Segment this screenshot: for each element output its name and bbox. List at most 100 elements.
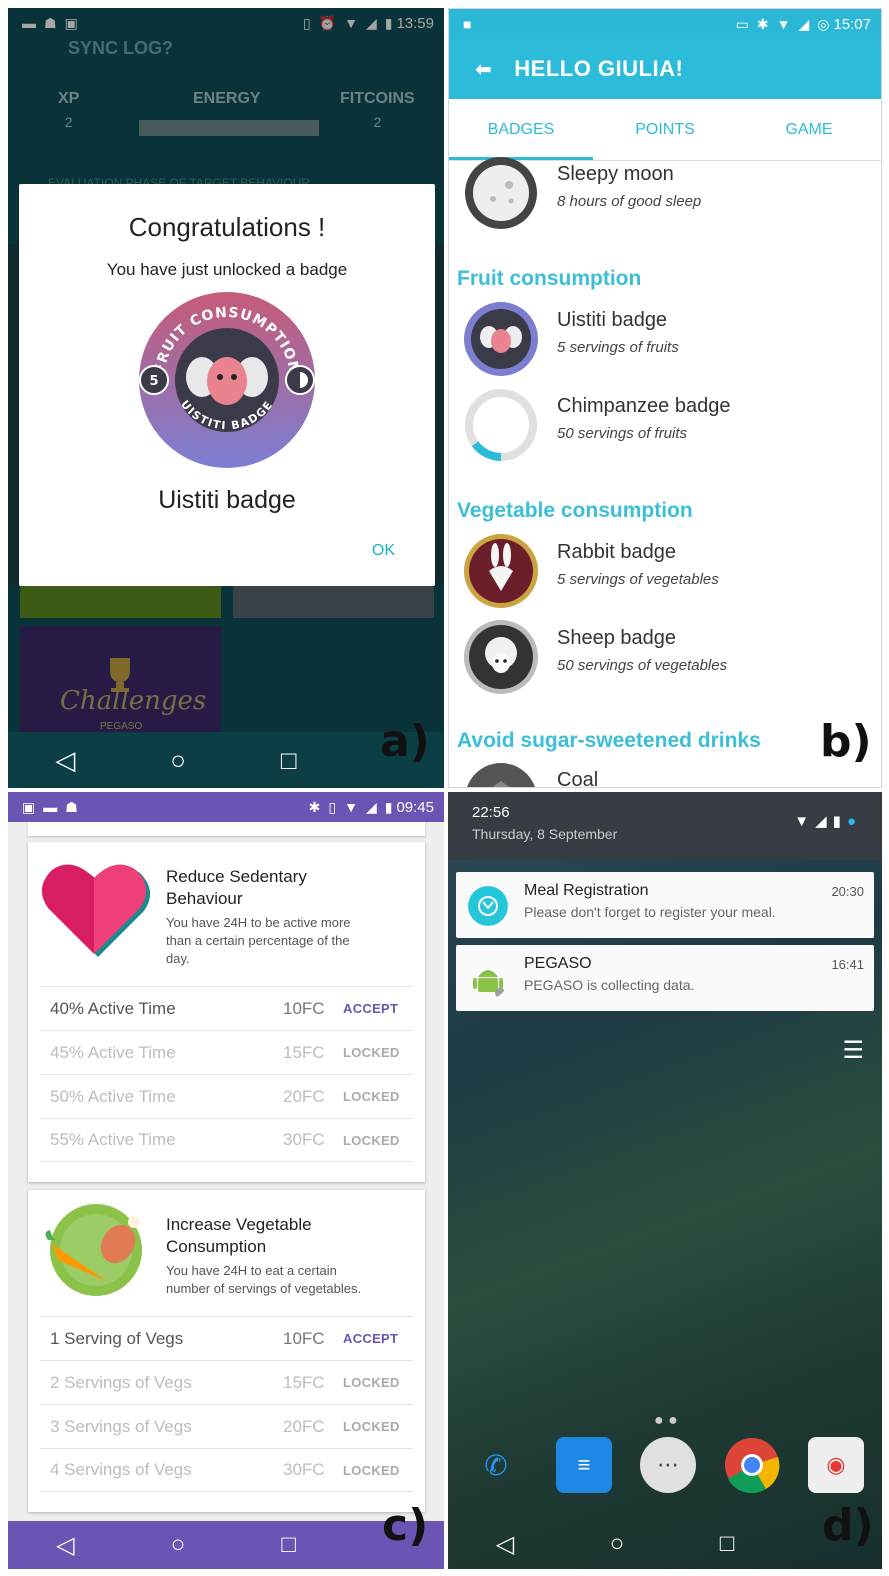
- dialog-title: Congratulations !: [128, 212, 326, 242]
- signal-icon: ◢: [365, 798, 377, 815]
- table-row: 50% Active Time 20FC LOCKED: [40, 1074, 413, 1118]
- home-icon[interactable]: ○: [171, 1531, 186, 1559]
- table-row: 4 Servings of Vegs 30FC LOCKED: [40, 1448, 413, 1492]
- home-icon[interactable]: ○: [610, 1530, 625, 1558]
- messages-icon[interactable]: ≡: [556, 1437, 612, 1493]
- nav-bar: ◁ ○ □: [8, 732, 444, 788]
- android-icon: [473, 970, 505, 998]
- progress-ring-icon: [465, 389, 537, 461]
- badge-dialog: Congratulations ! You have just unlocked…: [19, 184, 435, 586]
- app-drawer-icon[interactable]: ⋯: [640, 1437, 696, 1493]
- status-bar: ▣ ▬ ☗ ✱ ▯ ▼ ◢ ▮ 09:45: [8, 792, 444, 822]
- back-icon[interactable]: ◁: [56, 1531, 74, 1560]
- list-item[interactable]: Coal: [463, 761, 863, 787]
- accept-button[interactable]: ACCEPT: [343, 1001, 413, 1016]
- badge-desc: 5 servings of fruits: [557, 339, 679, 356]
- clear-all-icon[interactable]: ☰: [842, 1036, 864, 1065]
- ok-button[interactable]: OK: [372, 542, 395, 560]
- challenge-card-sedentary: Reduce Sedentary Behaviour You have 24H …: [28, 842, 425, 1182]
- recents-icon[interactable]: □: [281, 745, 297, 776]
- tab-game[interactable]: GAME: [737, 99, 881, 160]
- back-icon[interactable]: ◁: [496, 1530, 514, 1559]
- card-previous: [28, 822, 425, 836]
- dialog-subtitle: You have just unlocked a badge: [106, 260, 348, 279]
- badge-name: Rabbit badge: [557, 541, 676, 563]
- nav-bar: ◁ ○ □: [448, 1519, 882, 1569]
- label-a: a): [380, 716, 430, 767]
- badge-desc: 5 servings of vegetables: [557, 571, 719, 588]
- camera-icon[interactable]: ◉: [808, 1437, 864, 1493]
- card-desc: You have 24H to be active more than a ce…: [166, 915, 351, 966]
- home-icon[interactable]: ○: [170, 745, 186, 776]
- locked-label: LOCKED: [343, 1045, 400, 1060]
- table-row: 2 Servings of Vegs 15FC LOCKED: [40, 1360, 413, 1404]
- wifi-icon: ▼: [344, 799, 358, 815]
- label-c: c): [382, 1500, 429, 1551]
- chrome-icon[interactable]: [724, 1437, 780, 1493]
- locked-label: LOCKED: [343, 1419, 400, 1434]
- figure-grid: ▬ ☗ ▣ ▯ ⏰ ▼ ◢ ▮ 13:59 SYNC LOG? XP 2 ENE…: [0, 0, 889, 1576]
- header-title: HELLO GIULIA!: [514, 56, 684, 81]
- locked-label: LOCKED: [343, 1375, 400, 1390]
- notification-title: PEGASO: [524, 955, 592, 972]
- bluetooth-icon: ✱: [756, 15, 769, 32]
- page-indicator: ● ●: [654, 1412, 678, 1429]
- uistiti-badge-icon: FRUIT CONSUMPTION UISTITI BADGE 5: [139, 292, 315, 468]
- locked-label: LOCKED: [343, 1462, 400, 1478]
- list-item[interactable]: Sleepy moon 8 hours of good sleep: [463, 155, 863, 231]
- battery-icon: ▮: [832, 813, 847, 830]
- status-time: 09:45: [396, 798, 434, 816]
- list-item[interactable]: Uistiti badge 5 servings of fruits: [463, 301, 863, 377]
- option-list: 1 Serving of Vegs 10FC ACCEPT 2 Servings…: [40, 1316, 413, 1492]
- notification-pegaso[interactable]: PEGASO PEGASO is collecting data. 16:41: [456, 945, 874, 1011]
- notification-meal[interactable]: Meal Registration Please don't forget to…: [456, 872, 874, 938]
- recents-icon[interactable]: □: [281, 1531, 296, 1559]
- list-item[interactable]: Sheep badge 50 servings of vegetables: [463, 619, 863, 695]
- badge-desc: 50 servings of fruits: [557, 425, 688, 442]
- vegetables-icon: [45, 1204, 142, 1296]
- back-arrow-icon[interactable]: ⬅: [475, 57, 492, 82]
- section-fruit: Fruit consumption: [457, 267, 642, 290]
- table-row[interactable]: 1 Serving of Vegs 10FC ACCEPT: [40, 1316, 413, 1360]
- notification-time: 16:41: [831, 957, 864, 972]
- cast-icon: ▭: [735, 15, 749, 32]
- recents-icon[interactable]: □: [720, 1530, 735, 1558]
- list-item[interactable]: Chimpanzee badge 50 servings of fruits: [463, 387, 863, 463]
- panel-b: ■ ▭ ✱ ▼ ◢ ◎ 15:07 ⬅ HELLO GIULIA! BADGES…: [448, 8, 882, 788]
- android-icon: ☗: [65, 798, 78, 815]
- tab-badges[interactable]: BADGES: [449, 99, 593, 160]
- account-icon[interactable]: ●: [847, 813, 862, 830]
- wifi-icon: ▼: [794, 813, 816, 830]
- phone-icon[interactable]: ✆: [468, 1437, 524, 1493]
- table-row: 55% Active Time 30FC LOCKED: [40, 1118, 413, 1162]
- badge-name: Chimpanzee badge: [557, 395, 731, 417]
- badge-desc: 50 servings of vegetables: [557, 657, 728, 674]
- table-row: 45% Active Time 15FC LOCKED: [40, 1030, 413, 1074]
- badge-desc: 8 hours of good sleep: [557, 193, 702, 210]
- heart-icon: [41, 864, 150, 957]
- wifi-icon: ▼: [776, 16, 791, 32]
- image-icon: ▣: [22, 798, 36, 815]
- panel-d: 22:56 Thursday, 8 September ▼◢▮● Meal Re…: [448, 792, 882, 1569]
- badge-name: Sheep badge: [557, 627, 677, 649]
- moon-badge-icon: [465, 157, 537, 229]
- section-drinks: Avoid sugar-sweetened drinks: [457, 729, 761, 752]
- battery-icon: ◎: [817, 15, 830, 32]
- card-title: Reduce Sedentary Behaviour: [166, 867, 307, 908]
- badge-name: Uistiti badge: [158, 486, 296, 514]
- back-icon[interactable]: ◁: [55, 745, 75, 776]
- table-row[interactable]: 40% Active Time 10FC ACCEPT: [40, 986, 413, 1030]
- list-item[interactable]: Rabbit badge 5 servings of vegetables: [463, 533, 863, 609]
- notification-body: Please don't forget to register your mea…: [524, 904, 776, 920]
- tab-points[interactable]: POINTS: [593, 99, 737, 160]
- locked-label: LOCKED: [343, 1089, 400, 1104]
- label-d: d): [822, 1500, 874, 1551]
- accept-button[interactable]: ACCEPT: [343, 1331, 413, 1346]
- status-bar: ■ ▭ ✱ ▼ ◢ ◎ 15:07: [449, 9, 881, 39]
- video-icon: ■: [463, 16, 472, 32]
- card-title: Increase Vegetable Consumption: [166, 1215, 312, 1256]
- notification-title: Meal Registration: [524, 882, 649, 899]
- quick-settings-header: 22:56 Thursday, 8 September ▼◢▮●: [448, 792, 882, 860]
- app-dock: ✆ ≡ ⋯ ◉: [448, 1437, 882, 1507]
- table-row: 3 Servings of Vegs 20FC LOCKED: [40, 1404, 413, 1448]
